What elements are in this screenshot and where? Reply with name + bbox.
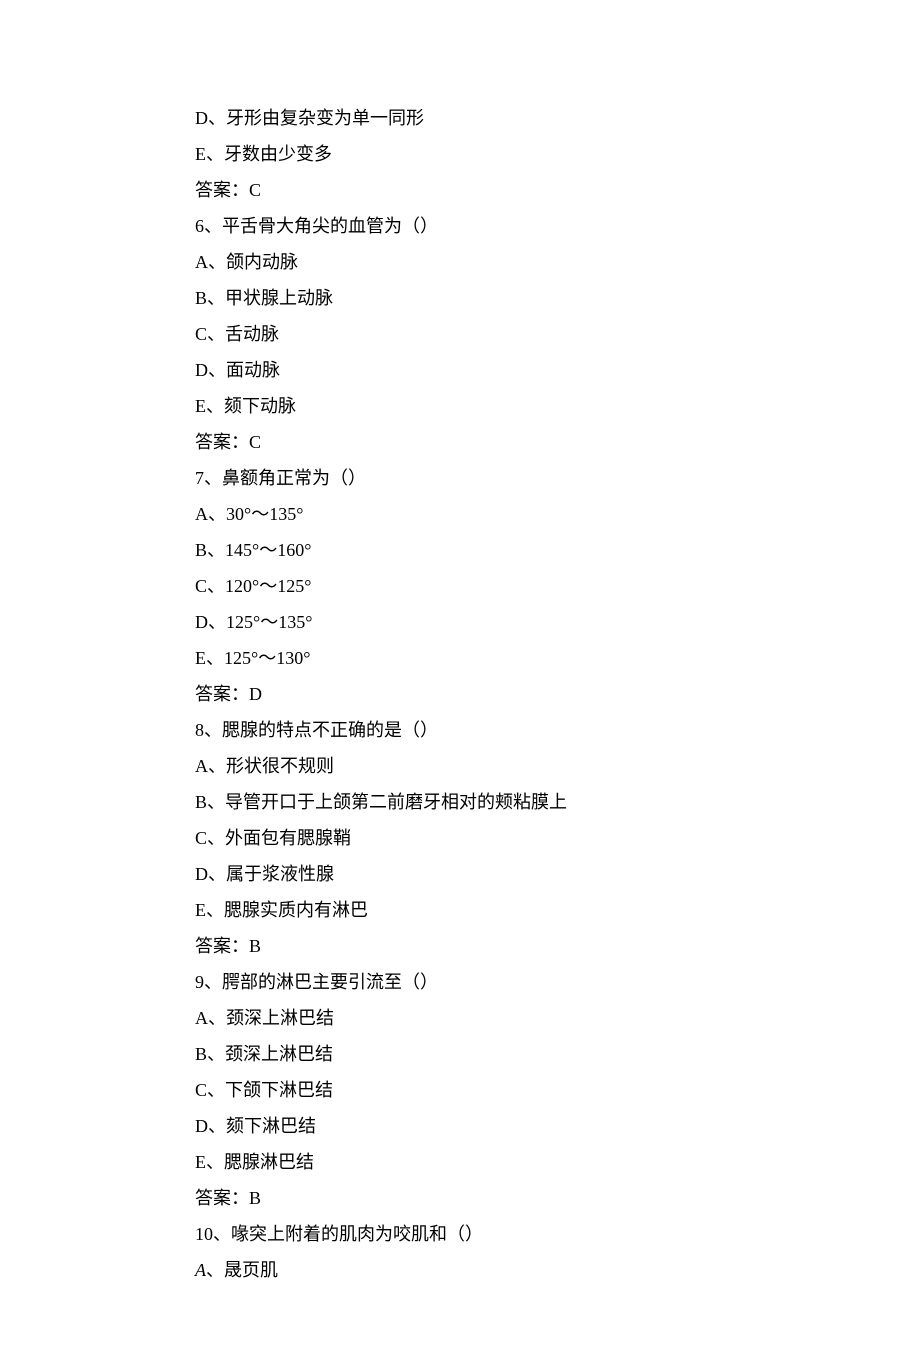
text-line: B、导管开口于上颌第二前磨牙相对的颊粘膜上 (195, 784, 725, 820)
text-line: D、125°～135° (195, 604, 725, 640)
text-line: E、125°～130° (195, 640, 725, 676)
document-page: D、牙形由复杂变为单一同形 E、牙数由少变多 答案：C 6、平舌骨大角尖的血管为… (0, 0, 920, 1368)
text-line: D、牙形由复杂变为单一同形 (195, 100, 725, 136)
text-line: E、颏下动脉 (195, 388, 725, 424)
text-line: D、属于浆液性腺 (195, 856, 725, 892)
text-line: C、120°～125° (195, 568, 725, 604)
question-line: 6、平舌骨大角尖的血管为（） (195, 208, 725, 244)
text-line: A、30°～135° (195, 496, 725, 532)
text-line: E、牙数由少变多 (195, 136, 725, 172)
text-line: A、形状很不规则 (195, 748, 725, 784)
text-line: E、腮腺淋巴结 (195, 1144, 725, 1180)
italic-letter: A (195, 1260, 206, 1280)
question-line: 7、鼻额角正常为（） (195, 460, 725, 496)
text-line: E、腮腺实质内有淋巴 (195, 892, 725, 928)
answer-line: 答案：B (195, 1180, 725, 1216)
question-line: 8、腮腺的特点不正确的是（） (195, 712, 725, 748)
text-line: C、舌动脉 (195, 316, 725, 352)
text-line: D、面动脉 (195, 352, 725, 388)
text-line: B、145°～160° (195, 532, 725, 568)
text-line: A、晟页肌 (195, 1252, 725, 1288)
text-span: 、晟页肌 (206, 1260, 278, 1280)
answer-line: 答案：D (195, 676, 725, 712)
text-line: B、甲状腺上动脉 (195, 280, 725, 316)
text-line: A、颈深上淋巴结 (195, 1000, 725, 1036)
answer-line: 答案：C (195, 172, 725, 208)
text-line: D、颏下淋巴结 (195, 1108, 725, 1144)
text-line: A、颌内动脉 (195, 244, 725, 280)
question-line: 9、腭部的淋巴主要引流至（） (195, 964, 725, 1000)
text-line: C、下颌下淋巴结 (195, 1072, 725, 1108)
text-line: B、颈深上淋巴结 (195, 1036, 725, 1072)
text-line: C、外面包有腮腺鞘 (195, 820, 725, 856)
question-line: 10、喙突上附着的肌肉为咬肌和（） (195, 1216, 725, 1252)
answer-line: 答案：B (195, 928, 725, 964)
answer-line: 答案：C (195, 424, 725, 460)
